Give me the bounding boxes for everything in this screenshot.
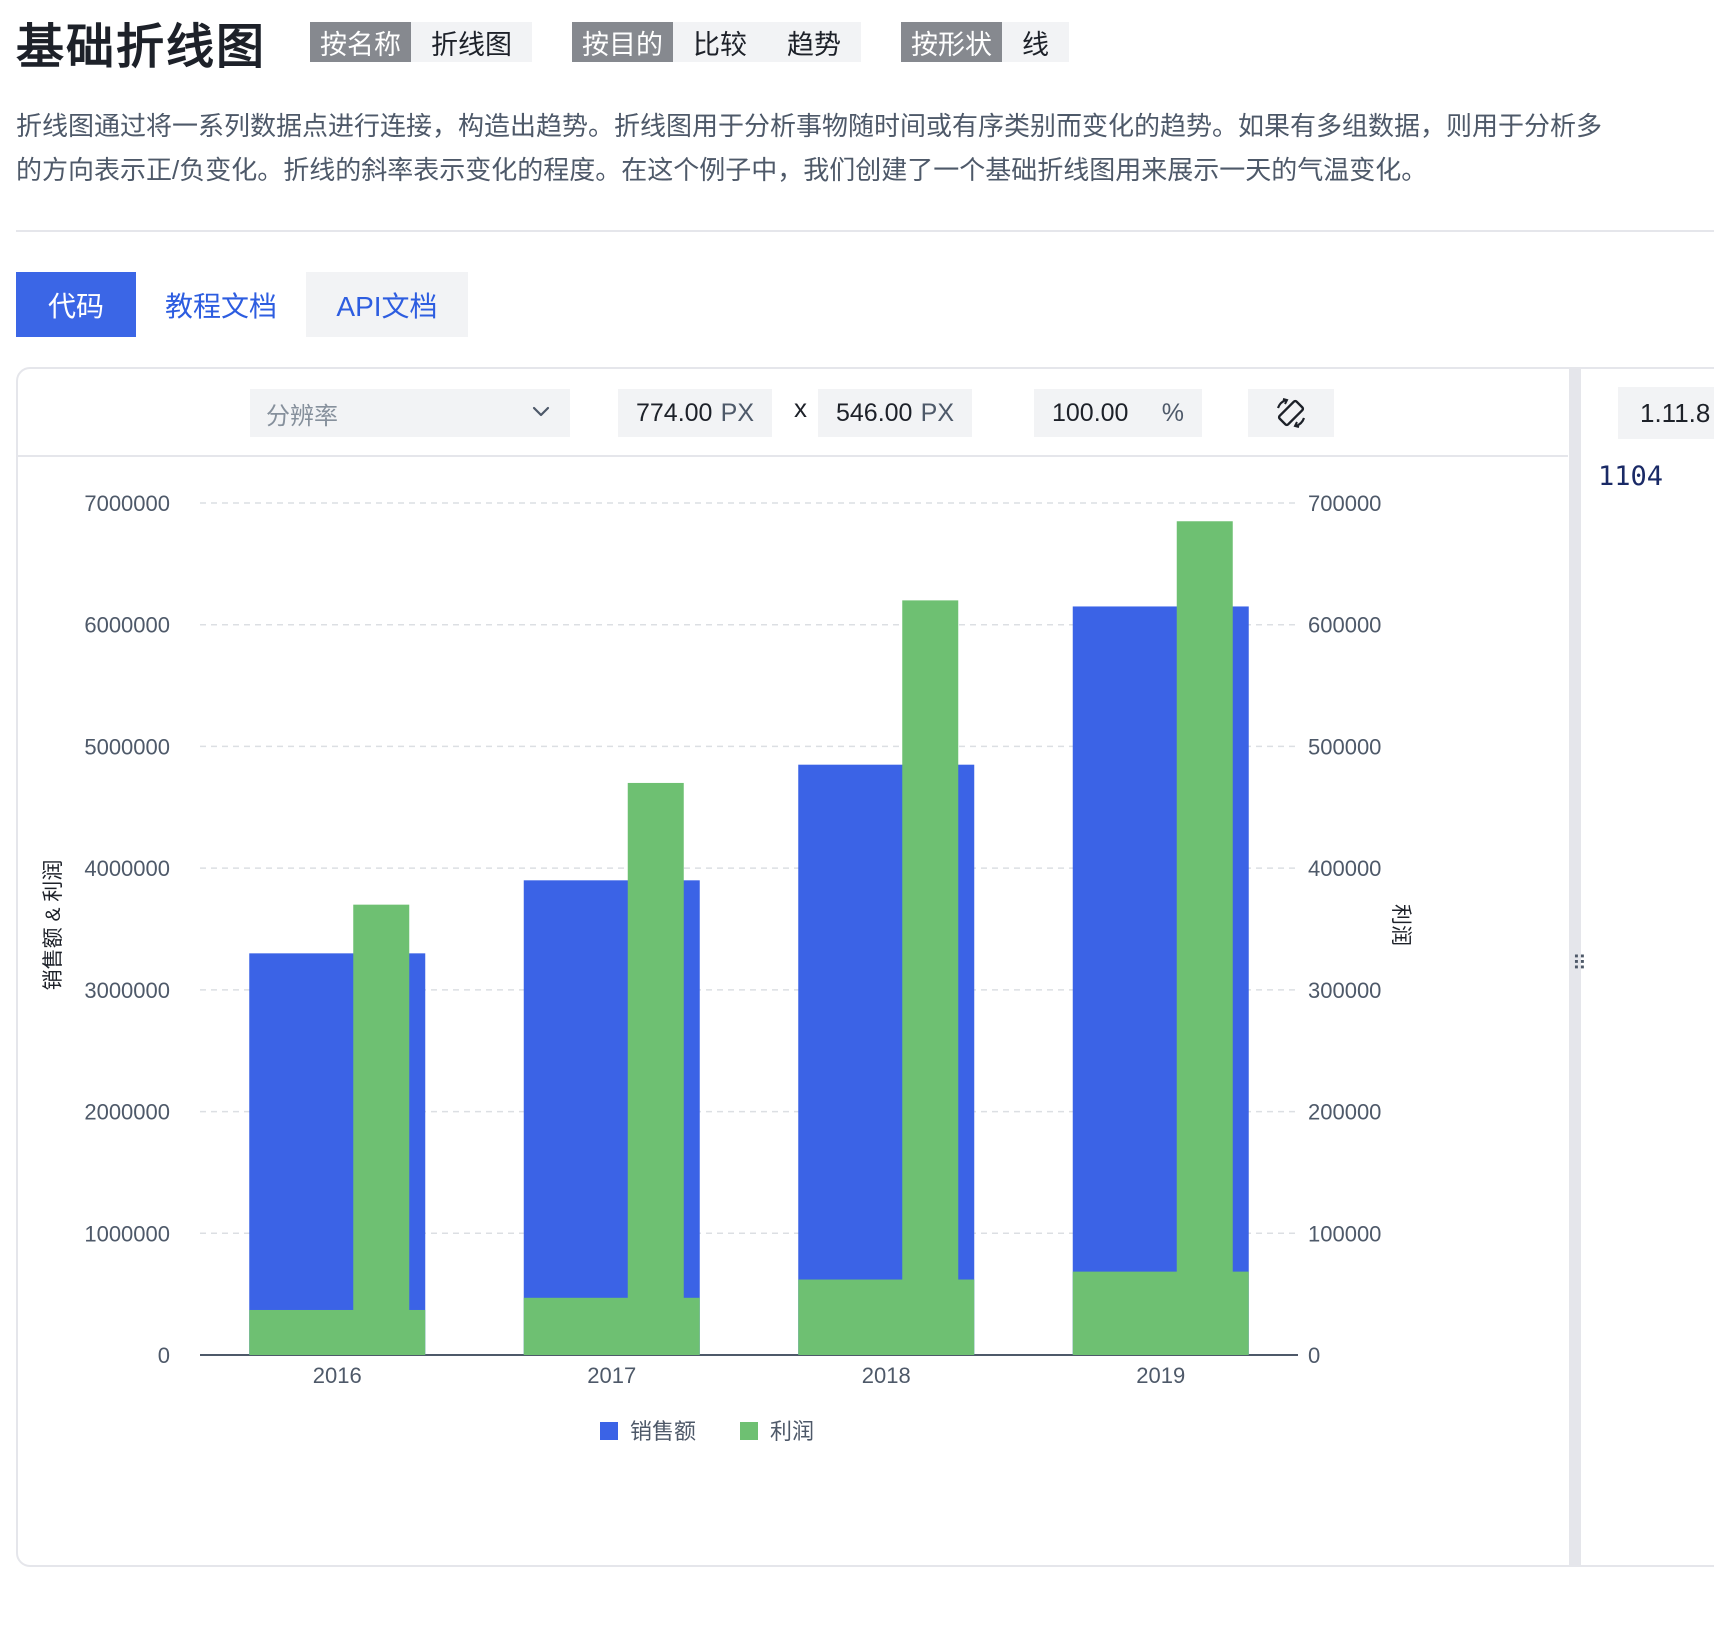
version-value: 1.11.8: [1640, 397, 1711, 428]
tag-key-purpose: 按目的: [572, 22, 674, 62]
left-tick-label: 7000000: [84, 491, 170, 516]
divider: [16, 230, 1714, 232]
tag-group-shape: 按形状 线: [901, 22, 1070, 62]
bar-profit-base: [798, 1279, 975, 1355]
preview-panel: 分辨率 774.00 PX x 546.00 PX 100.00 % 0 0 1…: [16, 367, 1714, 1567]
version-select[interactable]: 1.11.8: [1618, 387, 1714, 439]
right-tick-label: 0: [1308, 1343, 1320, 1368]
bar-chart: 0 0 1000000 100000 2000000 200000 3000000 30000…: [42, 491, 1412, 1444]
rotate-button[interactable]: [1248, 389, 1334, 437]
legend-label-sales: 销售额: [630, 1419, 696, 1444]
tag-value-compare[interactable]: 比较: [673, 22, 768, 62]
left-tick-label: 3000000: [84, 978, 170, 1003]
legend-swatch-sales: [600, 1422, 618, 1440]
right-tick-label: 500000: [1308, 734, 1381, 759]
left-tick-label: 4000000: [84, 856, 170, 881]
chart-area: 0 0 1000000 100000 2000000 200000 3000000 30000…: [18, 459, 1568, 1563]
x-tick-label: 2017: [587, 1363, 636, 1388]
width-value: 774.00: [636, 398, 713, 427]
right-tick-label: 600000: [1308, 613, 1381, 638]
legend-swatch-profit: [740, 1422, 758, 1440]
tag-value-trend[interactable]: 趋势: [767, 22, 862, 62]
bar-profit-base: [523, 1297, 700, 1355]
chevron-down-icon: [532, 406, 550, 417]
right-tick-label: 300000: [1308, 978, 1381, 1003]
right-tick-label: 200000: [1308, 1100, 1381, 1125]
height-value: 546.00: [836, 398, 913, 427]
drag-handle-icon[interactable]: ⠿: [1572, 951, 1587, 976]
height-unit: PX: [920, 398, 954, 427]
width-input[interactable]: 774.00 PX: [618, 389, 772, 437]
left-tick-label: 2000000: [84, 1100, 170, 1125]
code-editor-line: 1104: [1598, 461, 1664, 492]
tag-key-name: 按名称: [310, 22, 412, 62]
left-tick-label: 0: [158, 1343, 170, 1368]
zoom-unit: %: [1161, 398, 1184, 427]
right-tick-label: 100000: [1308, 1221, 1381, 1246]
page-header: 基础折线图 按名称 折线图 按目的 比较 趋势 按形状 线: [16, 10, 1109, 74]
x-tick-label: 2018: [862, 1363, 911, 1388]
right-tick-label: 400000: [1308, 856, 1381, 881]
legend-label-profit: 利润: [770, 1419, 814, 1444]
bar-profit: [1176, 521, 1233, 1355]
chart-description: 折线图通过将一系列数据点进行连接，构造出趋势。折线图用于分析事物随时间或有序类别…: [16, 104, 1714, 192]
tab-code[interactable]: 代码: [16, 272, 136, 337]
x-tick-label: 2016: [313, 1363, 362, 1388]
zoom-value: 100.00: [1052, 398, 1129, 427]
tab-bar: 代码 教程文档 API文档: [16, 272, 468, 337]
tag-key-shape: 按形状: [901, 22, 1003, 62]
bar-profit: [902, 600, 959, 1355]
description-line-1: 折线图通过将一系列数据点进行连接，构造出趋势。折线图用于分析事物随时间或有序类别…: [16, 111, 1603, 141]
height-input[interactable]: 546.00 PX: [818, 389, 972, 437]
tab-tutorial[interactable]: 教程文档: [136, 272, 306, 337]
rotate-screen-icon: [1276, 398, 1306, 428]
tag-group-name: 按名称 折线图: [310, 22, 533, 62]
x-tick-label: 2019: [1136, 1363, 1185, 1388]
description-line-2: 的方向表示正/负变化。折线的斜率表示变化的程度。在这个例子中，我们创建了一个基础…: [16, 155, 1428, 185]
dimension-separator: x: [794, 393, 807, 423]
bar-profit: [353, 904, 410, 1355]
left-axis-title: 销售额 & 利润: [42, 860, 65, 991]
bar-profit: [627, 782, 684, 1355]
bar-profit-base: [1072, 1271, 1249, 1355]
resolution-placeholder: 分辨率: [266, 402, 338, 430]
preview-toolbar: 分辨率 774.00 PX x 546.00 PX 100.00 %: [18, 369, 1568, 457]
width-unit: PX: [720, 398, 754, 427]
bar-profit-base: [249, 1309, 426, 1355]
zoom-input[interactable]: 100.00 %: [1034, 389, 1202, 437]
left-tick-label: 1000000: [84, 1221, 170, 1246]
tag-value-line[interactable]: 线: [1002, 22, 1070, 62]
right-axis-title: 利润: [1389, 904, 1412, 946]
left-tick-label: 5000000: [84, 734, 170, 759]
left-tick-label: 6000000: [84, 613, 170, 638]
tag-group-purpose: 按目的 比较 趋势: [572, 22, 862, 62]
page-title: 基础折线图: [16, 21, 267, 74]
resolution-select[interactable]: 分辨率: [250, 389, 570, 437]
tab-api-docs[interactable]: API文档: [306, 272, 468, 337]
right-tick-label: 700000: [1308, 491, 1381, 516]
tag-value-line-chart[interactable]: 折线图: [411, 22, 533, 62]
